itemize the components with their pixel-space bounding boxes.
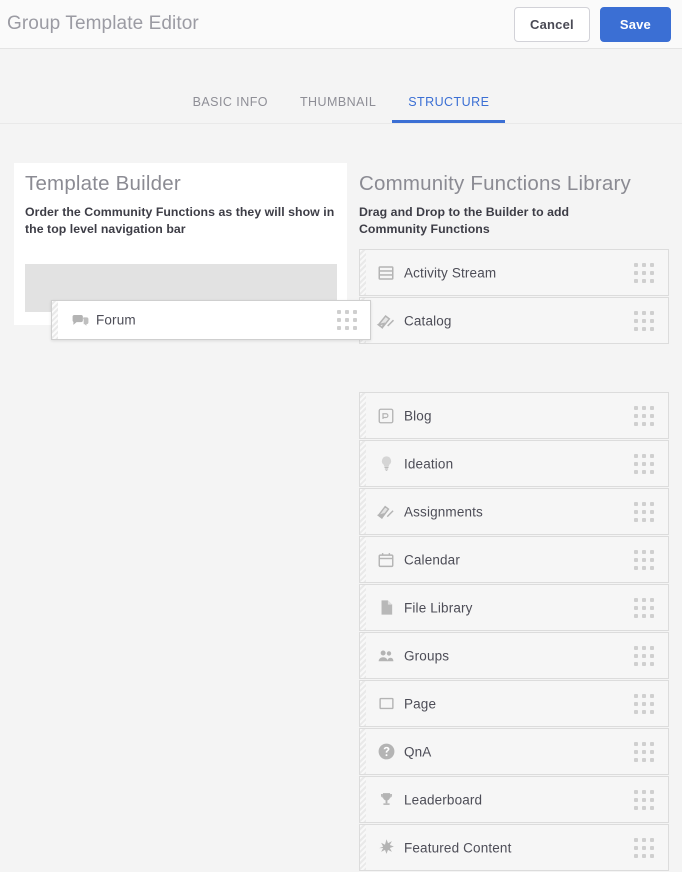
tab-basic-info[interactable]: BASIC INFO	[177, 95, 284, 123]
library-item-groups[interactable]: Groups	[359, 632, 669, 679]
lightbulb-icon	[376, 454, 396, 474]
activity-stream-icon	[376, 263, 396, 283]
library-item-label: Groups	[404, 648, 450, 663]
library-item-label: Activity Stream	[404, 265, 497, 280]
save-button[interactable]: Save	[599, 7, 671, 42]
library-item-leaderboard[interactable]: Leaderboard	[359, 776, 669, 823]
drag-handle-icon[interactable]	[634, 549, 654, 570]
library-item-catalog[interactable]: Catalog	[359, 297, 669, 344]
assignments-icon	[376, 502, 396, 522]
tab-thumbnail[interactable]: THUMBNAIL	[284, 95, 392, 123]
page-icon	[376, 694, 396, 714]
drag-handle-icon[interactable]	[634, 405, 654, 426]
tab-structure[interactable]: STRUCTURE	[392, 95, 506, 123]
library-item-file-library[interactable]: File Library	[359, 584, 669, 631]
groups-icon	[376, 646, 396, 666]
library-item-calendar[interactable]: Calendar	[359, 536, 669, 583]
tab-strip: BASIC INFO THUMBNAIL STRUCTURE	[0, 49, 682, 124]
library-item-label: File Library	[404, 600, 473, 615]
library-subtitle: Drag and Drop to the Builder to add Comm…	[359, 205, 570, 236]
trophy-icon	[376, 790, 396, 810]
library-item-label: Leaderboard	[404, 792, 483, 807]
drag-handle-icon[interactable]	[337, 310, 357, 330]
drag-handle-icon[interactable]	[634, 262, 654, 283]
question-mark-icon	[376, 742, 396, 762]
star-burst-icon	[376, 838, 396, 858]
drag-handle-icon[interactable]	[634, 310, 654, 331]
tab-list: BASIC INFO THUMBNAIL STRUCTURE	[0, 95, 682, 123]
library-item-ideation[interactable]: Ideation	[359, 440, 669, 487]
drag-handle-icon[interactable]	[634, 453, 654, 474]
library-item-blog[interactable]: Blog	[359, 392, 669, 439]
dragged-function-card[interactable]: Forum	[51, 300, 371, 340]
library-item-label: Featured Content	[404, 840, 512, 855]
library-item-label: Catalog	[404, 313, 452, 328]
library-item-label: Assignments	[404, 504, 483, 519]
library-item-featured-content[interactable]: Featured Content	[359, 824, 669, 871]
drag-handle-icon[interactable]	[634, 789, 654, 810]
dragged-function-label: Forum	[96, 312, 136, 328]
library-item-label: Calendar	[404, 552, 460, 567]
library-item-assignments[interactable]: Assignments	[359, 488, 669, 535]
file-icon	[376, 598, 396, 618]
blog-icon	[376, 406, 396, 426]
page-title: Group Template Editor	[7, 13, 199, 34]
drag-handle-icon[interactable]	[634, 645, 654, 666]
forum-icon	[70, 310, 90, 330]
library-item-label: QnA	[404, 744, 432, 759]
calendar-icon	[376, 550, 396, 570]
drag-handle-icon[interactable]	[634, 837, 654, 858]
template-builder-title: Template Builder	[25, 172, 181, 195]
library-item-activity-stream[interactable]: Activity Stream	[359, 249, 669, 296]
library-item-label: Blog	[404, 408, 432, 423]
template-builder-subtitle: Order the Community Functions as they wi…	[25, 205, 335, 236]
library-title: Community Functions Library	[359, 172, 631, 195]
library-item-page[interactable]: Page	[359, 680, 669, 727]
drag-handle-icon[interactable]	[634, 597, 654, 618]
library-item-qna[interactable]: QnA	[359, 728, 669, 775]
drag-handle-icon[interactable]	[634, 501, 654, 522]
catalog-icon	[376, 311, 396, 331]
drag-handle-icon[interactable]	[634, 741, 654, 762]
top-bar-actions: Cancel Save	[513, 7, 671, 42]
drag-handle-icon[interactable]	[634, 693, 654, 714]
cancel-button[interactable]: Cancel	[513, 7, 590, 42]
library-item-label: Page	[404, 696, 437, 711]
top-bar: Group Template Editor Cancel Save	[0, 0, 682, 49]
library-item-label: Ideation	[404, 456, 454, 471]
library-function-list: Activity Stream Catalog Blog Ideation Assign…	[359, 249, 669, 872]
